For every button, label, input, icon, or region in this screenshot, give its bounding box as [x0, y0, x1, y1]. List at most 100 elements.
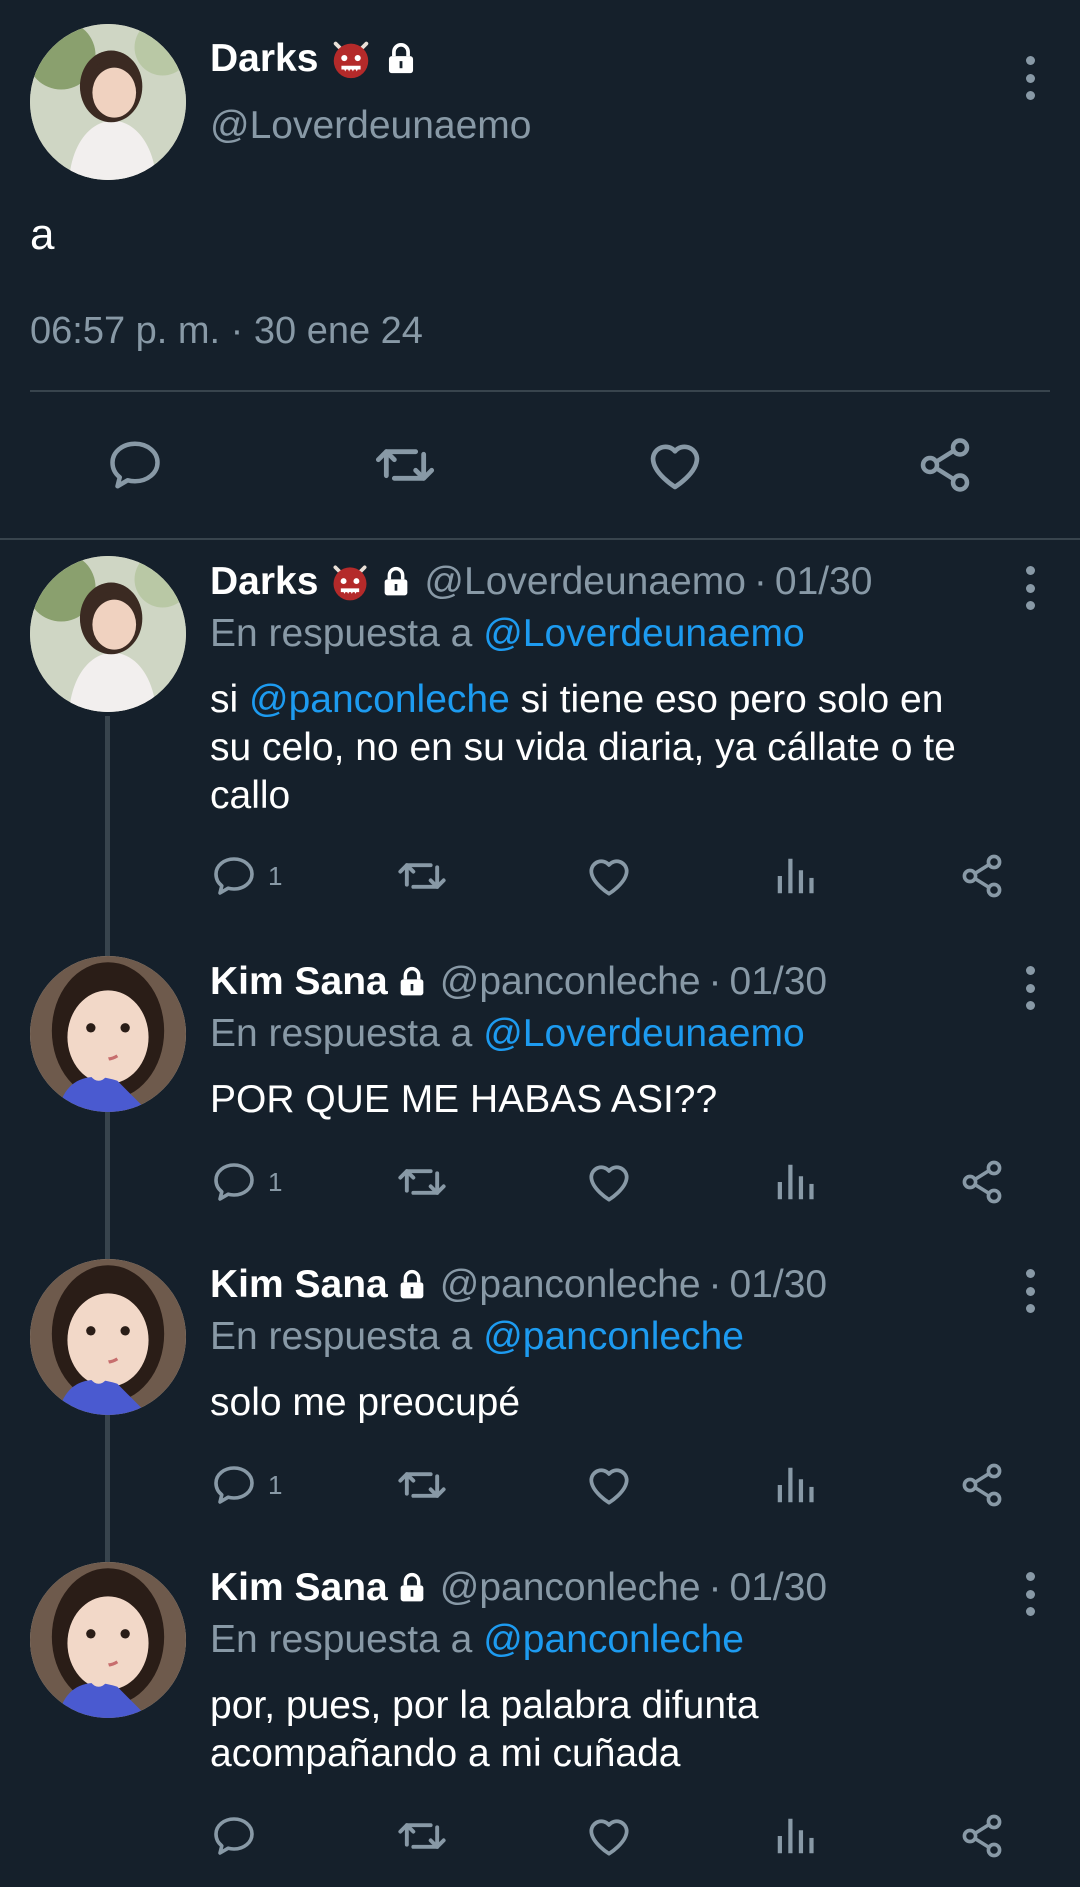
stats-icon	[772, 1813, 818, 1859]
separator-dot: ·	[708, 1566, 722, 1609]
reply-tweet[interactable]: Darks @Loverdeunaemo · 01/30 En respuest…	[0, 556, 1080, 956]
stats-button[interactable]	[772, 1154, 818, 1210]
mention-link[interactable]: @panconleche	[249, 678, 510, 721]
separator-dot: ·	[753, 560, 767, 603]
reply-button[interactable]	[210, 1808, 258, 1864]
like-button[interactable]	[584, 1808, 634, 1864]
author-handle[interactable]: @panconleche	[440, 960, 701, 1004]
reply-text: solo me preocupé	[210, 1381, 521, 1424]
author-handle[interactable]: @Loverdeunaemo	[424, 560, 745, 604]
author-handle[interactable]: @Loverdeunaemo	[210, 104, 531, 148]
stats-button[interactable]	[772, 848, 818, 904]
avatar[interactable]	[30, 1259, 186, 1415]
retweet-icon	[396, 1156, 448, 1208]
reply-button[interactable]: 1	[210, 848, 282, 904]
avatar[interactable]	[30, 956, 186, 1112]
reply-text-line: su celo, no en su vida diaria, ya cállat…	[210, 726, 956, 769]
replying-to-label: En respuesta a	[210, 1315, 473, 1358]
divider	[30, 390, 1050, 392]
reply-header: Kim Sana @panconleche · 01/30	[210, 1263, 827, 1307]
reply-icon	[105, 435, 165, 495]
stats-button[interactable]	[772, 1808, 818, 1864]
reply-text: POR QUE ME HABAS ASI??	[210, 1078, 718, 1121]
reply-tweet[interactable]: Kim Sana @panconleche · 01/30 En respues…	[0, 1259, 1080, 1562]
heart-icon	[584, 851, 634, 901]
reply-button[interactable]	[100, 430, 170, 500]
replying-to-label: En respuesta a	[210, 1012, 473, 1055]
lock-icon	[396, 1269, 428, 1301]
reply-actions: 1	[0, 1457, 1080, 1513]
reply-icon	[210, 1461, 258, 1509]
reply-count: 1	[268, 1469, 283, 1500]
reply-tweet[interactable]: Kim Sana @panconleche · 01/30 En respues…	[0, 1562, 1080, 1887]
more-options-icon[interactable]	[1020, 966, 1040, 1010]
separator-dot: ·	[708, 1263, 722, 1306]
more-options-icon[interactable]	[1020, 1572, 1040, 1616]
retweet-icon	[396, 1810, 448, 1862]
avatar[interactable]	[30, 1562, 186, 1718]
lock-icon	[380, 566, 412, 598]
author-name[interactable]: Darks	[210, 560, 318, 604]
heart-icon	[644, 434, 706, 496]
reply-header: Kim Sana @panconleche · 01/30	[210, 960, 827, 1004]
thread-line	[105, 716, 110, 956]
reply-count: 1	[268, 1166, 283, 1197]
replying-to-link[interactable]: @Loverdeunaemo	[483, 1012, 804, 1055]
reply-button[interactable]: 1	[210, 1154, 282, 1210]
replying-to: En respuesta a @Loverdeunaemo	[210, 1012, 805, 1056]
share-button[interactable]	[958, 1457, 1006, 1513]
tweet-timestamp: 06:57 p. m. · 30 ene 24	[30, 310, 423, 352]
replying-to-label: En respuesta a	[210, 612, 473, 655]
replying-to: En respuesta a @Loverdeunaemo	[210, 612, 805, 656]
like-button[interactable]	[640, 430, 710, 500]
retweet-button[interactable]	[396, 848, 448, 904]
author-name[interactable]: Kim Sana	[210, 1263, 388, 1307]
replying-to-link[interactable]: @panconleche	[483, 1315, 744, 1358]
more-options-icon[interactable]	[1020, 1269, 1040, 1313]
replying-to-label: En respuesta a	[210, 1618, 473, 1661]
share-icon	[915, 435, 975, 495]
avatar[interactable]	[30, 24, 186, 180]
share-icon	[958, 852, 1006, 900]
reply-actions: 1	[0, 848, 1080, 904]
retweet-icon	[396, 1459, 448, 1511]
author-name[interactable]: Kim Sana	[210, 1566, 388, 1610]
share-button[interactable]	[958, 848, 1006, 904]
retweet-button[interactable]	[396, 1154, 448, 1210]
heart-icon	[584, 1811, 634, 1861]
reply-header: Kim Sana @panconleche · 01/30	[210, 1566, 827, 1610]
stats-icon	[772, 1159, 818, 1205]
like-button[interactable]	[584, 1457, 634, 1513]
reply-date: 01/30	[729, 1566, 828, 1609]
reply-tweet[interactable]: Kim Sana @panconleche · 01/30 En respues…	[0, 956, 1080, 1259]
replying-to-link[interactable]: @Loverdeunaemo	[483, 612, 804, 655]
reply-count: 1	[268, 860, 283, 891]
reply-button[interactable]: 1	[210, 1457, 282, 1513]
author-name[interactable]: Kim Sana	[210, 960, 388, 1004]
replying-to-link[interactable]: @panconleche	[483, 1618, 744, 1661]
retweet-button[interactable]	[396, 1457, 448, 1513]
author-handle[interactable]: @panconleche	[440, 1566, 701, 1610]
lock-icon	[384, 42, 418, 76]
share-button[interactable]	[958, 1808, 1006, 1864]
stats-icon	[772, 1462, 818, 1508]
share-button[interactable]	[958, 1154, 1006, 1210]
retweet-button[interactable]	[396, 1808, 448, 1864]
author-handle[interactable]: @panconleche	[440, 1263, 701, 1307]
share-icon	[958, 1812, 1006, 1860]
like-button[interactable]	[584, 848, 634, 904]
reply-date: 01/30	[774, 560, 873, 603]
stats-button[interactable]	[772, 1457, 818, 1513]
retweet-button[interactable]	[370, 430, 440, 500]
reply-icon	[210, 1158, 258, 1206]
reply-text-line: callo	[210, 774, 291, 817]
heart-icon	[584, 1157, 634, 1207]
share-button[interactable]	[910, 430, 980, 500]
like-button[interactable]	[584, 1154, 634, 1210]
reply-text-line: acompañando a mi cuñada	[210, 1732, 681, 1775]
more-options-icon[interactable]	[1020, 56, 1040, 100]
reply-date: 01/30	[729, 1263, 828, 1306]
avatar[interactable]	[30, 556, 186, 712]
more-options-icon[interactable]	[1020, 566, 1040, 610]
author-name[interactable]: Darks	[210, 36, 418, 82]
